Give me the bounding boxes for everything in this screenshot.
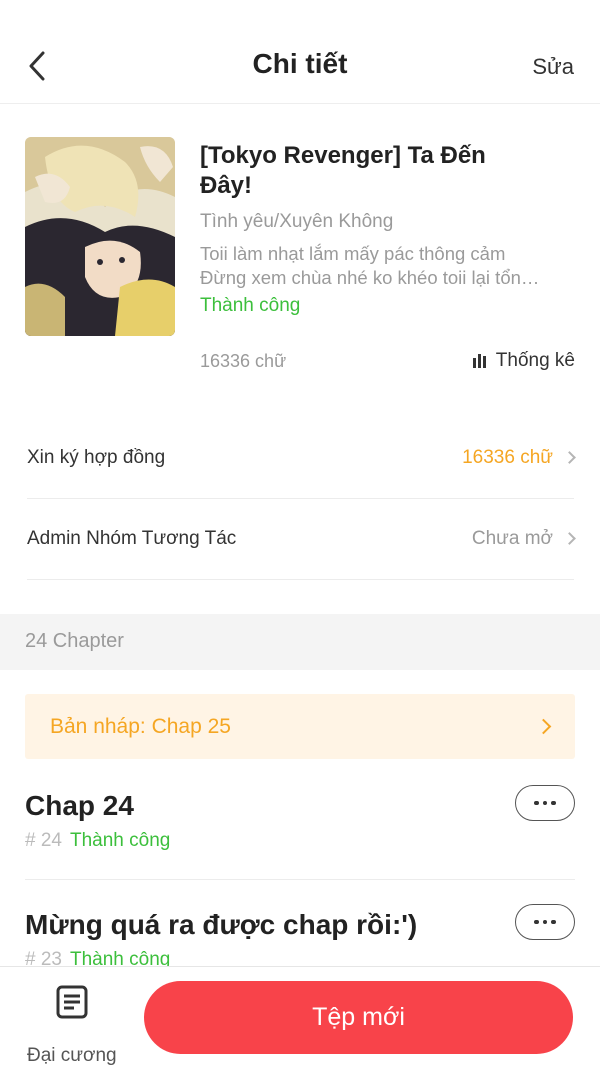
divider: [25, 879, 575, 880]
top-bar: Chi tiết Sửa: [0, 0, 600, 104]
chapter-meta: # 24 Thành công: [25, 830, 575, 852]
book-description: Toii làm nhạt lắm mấy pác thông cảm Đừng…: [200, 242, 562, 290]
cover-illustration: [25, 137, 175, 336]
book-title: [Tokyo Revenger] Ta Đến Đây!: [200, 142, 486, 199]
more-options-button[interactable]: [515, 785, 575, 821]
interaction-group-row[interactable]: Admin Nhóm Tương Tác Chưa mở: [27, 498, 576, 580]
chapter-section-header: 24 Chapter: [0, 614, 600, 670]
word-count: 16336 chữ: [200, 351, 287, 371]
book-cover-image[interactable]: [25, 137, 175, 336]
more-dot: [542, 800, 548, 806]
bottom-bar: Đại cương Tệp mới: [0, 966, 600, 1067]
chapter-item[interactable]: Chap 24 # 24 Thành công: [25, 785, 575, 852]
chapter-number: # 24: [25, 830, 62, 851]
chapter-title: Mừng quá ra được chap rồi:'): [25, 909, 418, 940]
stats-label: Thống kê: [495, 350, 575, 371]
more-dot: [551, 919, 556, 925]
contract-label: Xin ký hợp đồng: [27, 446, 166, 468]
stats-button[interactable]: Thống kê: [472, 350, 575, 372]
book-info: [Tokyo Revenger] Ta Đến Đây! Tình yêu/Xu…: [25, 137, 575, 387]
draft-label: Bản nháp: Chap 25: [50, 714, 231, 738]
interaction-group-value: Chưa mở: [471, 527, 553, 549]
contract-value: 16336 chữ: [462, 446, 553, 468]
book-description-line: Đừng xem chùa nhé ko khéo toii lại tổn…: [200, 267, 540, 288]
chapter-item[interactable]: Mừng quá ra được chap rồi:') # 23 Thành c…: [25, 904, 575, 971]
book-genre: Tình yêu/Xuyên Không: [200, 211, 394, 232]
book-description-line: Toii làm nhạt lắm mấy pác thông cảm: [200, 243, 506, 264]
draft-banner[interactable]: Bản nháp: Chap 25: [25, 694, 575, 759]
book-status: Thành công: [200, 295, 301, 316]
edit-button[interactable]: Sửa: [532, 54, 574, 80]
chapter-count: 24 Chapter: [25, 630, 124, 652]
chevron-right-icon: [535, 718, 552, 735]
contract-row[interactable]: Xin ký hợp đồng 16336 chữ: [27, 417, 576, 499]
new-chapter-button[interactable]: Tệp mới: [144, 981, 573, 1054]
chapter-status: Thành công: [69, 830, 171, 851]
more-dot: [551, 800, 556, 806]
page-title: Chi tiết: [252, 48, 348, 79]
chapter-title: Chap 24: [25, 790, 134, 821]
more-dot: [534, 919, 539, 925]
chevron-right-icon: [563, 451, 576, 464]
document-icon: [56, 985, 88, 1019]
bar-chart-icon: [472, 354, 488, 368]
more-options-button[interactable]: [515, 904, 575, 940]
more-dot: [542, 919, 548, 925]
interaction-group-label: Admin Nhóm Tương Tác: [27, 527, 237, 549]
more-dot: [534, 800, 539, 806]
outline-label: Đại cương: [27, 1045, 117, 1066]
chevron-right-icon: [563, 532, 576, 545]
outline-button[interactable]: Đại cương: [22, 983, 122, 1066]
